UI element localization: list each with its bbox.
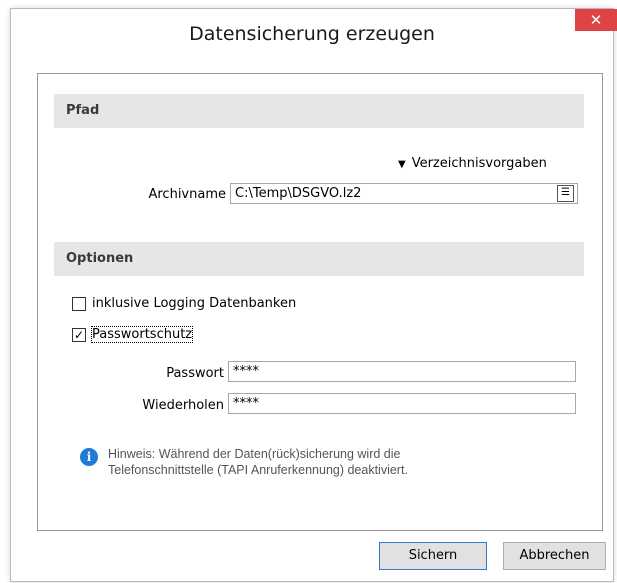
hint-line-2: Telefonschnittstelle (TAPI Anruferkennun…: [108, 463, 408, 477]
logging-checkbox[interactable]: [72, 297, 86, 311]
passwort-value: ****: [233, 364, 259, 379]
dialog-title: Datensicherung erzeugen: [189, 23, 435, 45]
dialog-window: Datensicherung erzeugen ✕ Pfad ▼ Verzeich…: [10, 8, 617, 582]
passwort-label: Passwort: [166, 366, 224, 381]
hint-text: Hinweis: Während der Daten(rück)sicherun…: [108, 446, 408, 478]
logging-label: inklusive Logging Datenbanken: [92, 296, 297, 311]
browse-button[interactable]: ☰: [557, 185, 574, 202]
triangle-down-icon: ▼: [398, 159, 406, 170]
archivname-input[interactable]: C:\Temp\DSGVO.lz2: [230, 183, 578, 204]
wiederholen-value: ****: [233, 396, 259, 411]
passwortschutz-label: Passwortschutz: [90, 326, 194, 343]
list-icon: ☰: [561, 187, 570, 198]
wiederholen-label: Wiederholen: [142, 398, 224, 413]
title-bar: Datensicherung erzeugen ✕: [11, 9, 617, 65]
verzeichnisvorgaben-link[interactable]: ▼ Verzeichnisvorgaben: [398, 156, 547, 171]
section-header-optionen: Optionen: [54, 242, 584, 276]
wiederholen-input[interactable]: ****: [228, 393, 576, 414]
info-icon: i: [80, 448, 98, 466]
close-icon: ✕: [589, 11, 603, 29]
section-header-pfad: Pfad: [54, 94, 584, 128]
dialog-content: Pfad ▼ Verzeichnisvorgaben Archivname C:\…: [37, 73, 603, 531]
info-icon-glyph: i: [86, 450, 92, 464]
passwort-input[interactable]: ****: [228, 361, 576, 382]
verzeichnisvorgaben-label: Verzeichnisvorgaben: [411, 156, 547, 171]
close-button[interactable]: ✕: [575, 9, 617, 31]
passwortschutz-checkbox[interactable]: ✓: [72, 328, 86, 342]
abbrechen-button[interactable]: Abbrechen: [503, 542, 606, 570]
section-title-pfad: Pfad: [66, 103, 100, 118]
section-title-optionen: Optionen: [66, 251, 134, 266]
hint-line-1: Hinweis: Während der Daten(rück)sicherun…: [108, 447, 401, 461]
check-icon: ✓: [73, 328, 85, 342]
sichern-button[interactable]: Sichern: [379, 542, 487, 570]
archivname-value: C:\Temp\DSGVO.lz2: [235, 186, 362, 201]
archivname-label: Archivname: [148, 187, 226, 202]
